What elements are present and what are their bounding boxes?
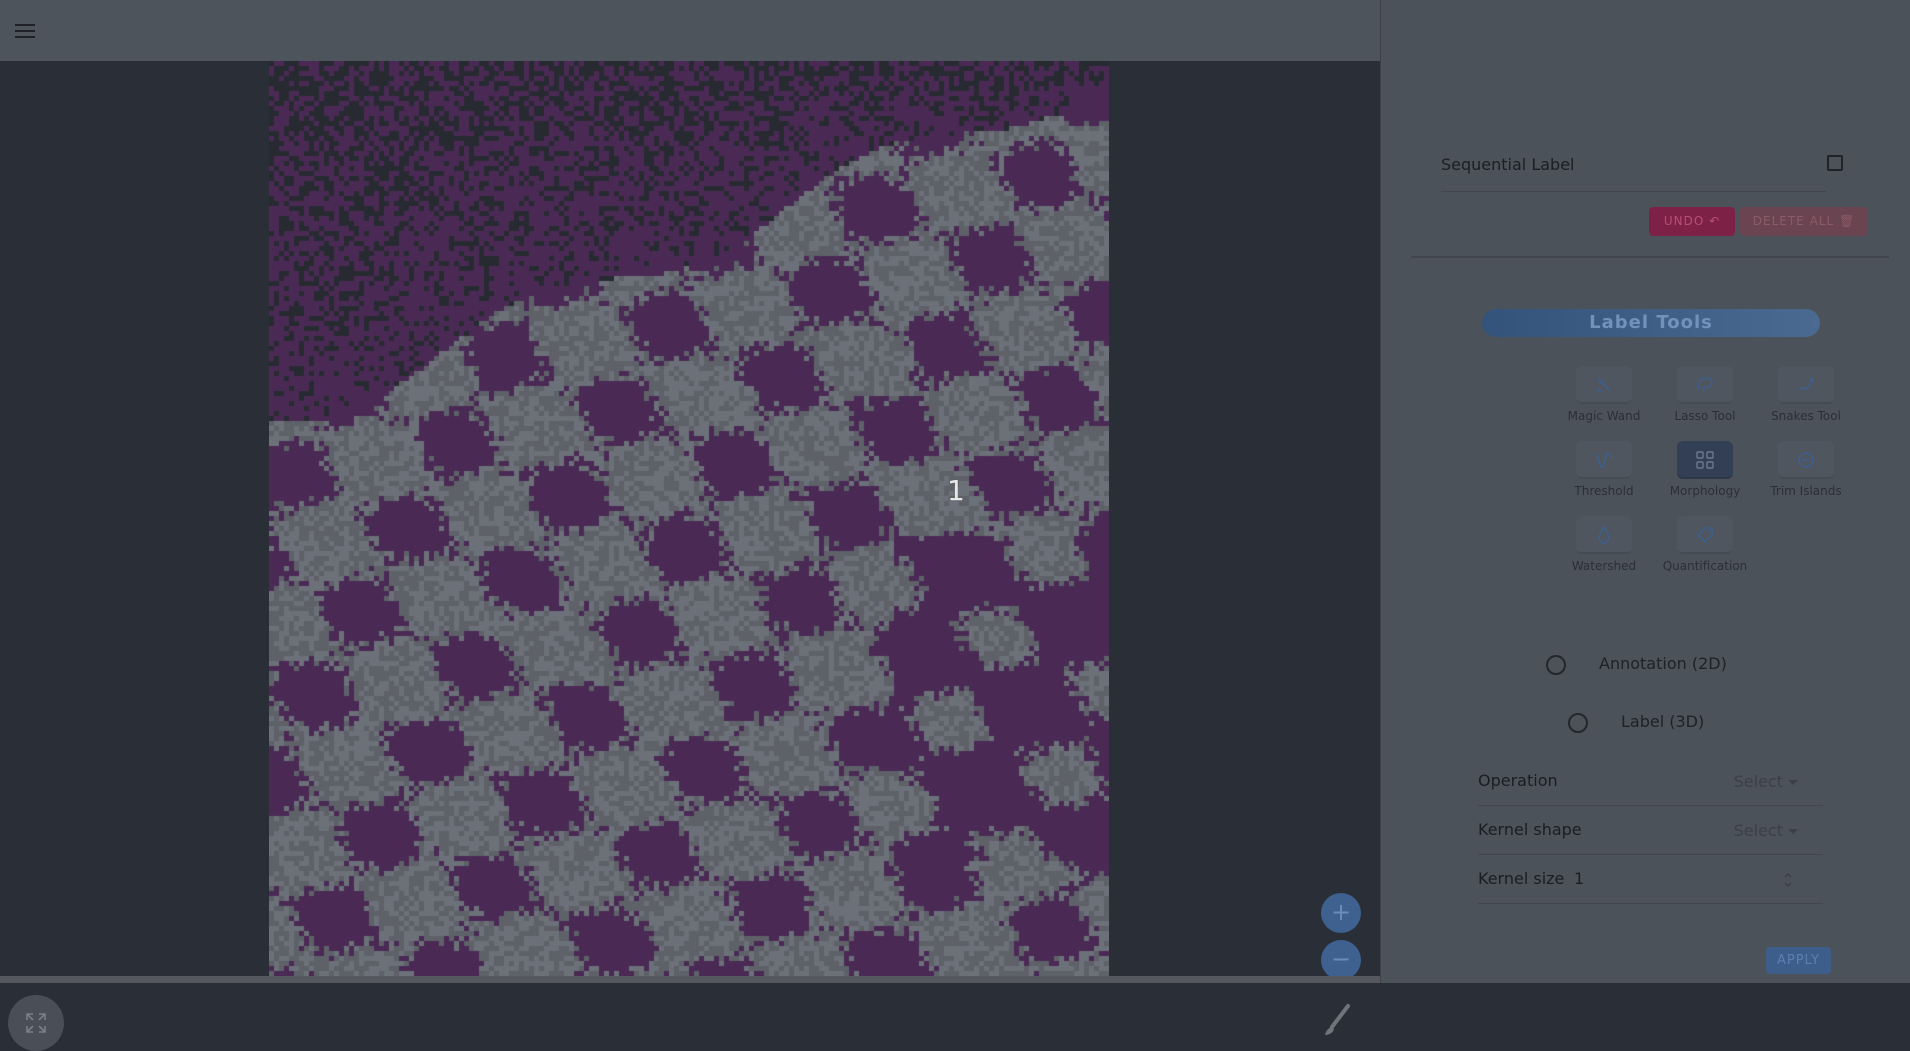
undo-button[interactable]: UNDO ↶ [1649, 207, 1735, 236]
right-panel: Sequential Label UNDO ↶ DELETE ALL 🗑 Lab… [1380, 0, 1910, 983]
tool-label: Threshold [1574, 484, 1634, 498]
droplet-icon [1598, 525, 1610, 544]
lasso-icon [1697, 377, 1713, 394]
delete-all-button[interactable]: DELETE ALL 🗑 [1740, 207, 1868, 236]
kernel-size-label: Kernel size [1478, 869, 1565, 888]
brush-icon[interactable] [1322, 1003, 1352, 1037]
kernel-shape-select[interactable]: Select [1734, 821, 1798, 840]
expand-icon [26, 1013, 46, 1033]
horizontal-scrollbar[interactable] [0, 976, 1380, 983]
tag-icon [1696, 527, 1713, 544]
sequential-label-checkbox[interactable] [1827, 155, 1843, 171]
tool-snakes[interactable]: Snakes Tool [1756, 366, 1856, 423]
tool-label: Watershed [1571, 559, 1637, 573]
divider [1411, 256, 1889, 258]
kernel-size-row: Kernel size 1 [1478, 856, 1823, 904]
canvas-label-number: 1 [947, 474, 965, 507]
label-3d-radio[interactable] [1568, 713, 1588, 733]
tool-quantification[interactable]: Quantification [1655, 516, 1755, 573]
annotation-2d-radio[interactable] [1546, 655, 1566, 675]
tool-watershed[interactable]: Watershed [1554, 516, 1654, 573]
kernel-size-input[interactable]: 1 [1574, 869, 1584, 888]
apply-button[interactable]: APPLY [1766, 947, 1831, 974]
operation-label: Operation [1478, 771, 1558, 790]
tool-label: Quantification [1662, 559, 1748, 573]
label-tools-header: Label Tools [1482, 309, 1820, 337]
tool-morphology[interactable]: Morphology [1655, 441, 1755, 498]
kernel-shape-label: Kernel shape [1478, 820, 1582, 839]
magic-wand-icon [1596, 378, 1611, 393]
hamburger-menu-icon[interactable] [15, 24, 35, 38]
tool-label: Snakes Tool [1771, 409, 1841, 423]
operation-select[interactable]: Select [1734, 772, 1798, 791]
sequential-label-row: Sequential Label [1441, 148, 1826, 192]
tool-label: Lasso Tool [1674, 409, 1736, 423]
snakes-icon [1798, 377, 1815, 391]
tool-label: Magic Wand [1567, 409, 1641, 423]
grid-icon [1696, 451, 1714, 469]
fullscreen-button[interactable] [8, 995, 64, 1051]
tool-trim-islands[interactable]: Trim Islands [1756, 441, 1856, 498]
threshold-icon [1595, 452, 1613, 468]
tool-threshold[interactable]: Threshold [1554, 441, 1654, 498]
zoom-out-button[interactable]: − [1321, 940, 1361, 980]
minus-circle-icon [1798, 452, 1814, 468]
tool-label: Trim Islands [1770, 484, 1842, 498]
label-3d-label: Label (3D) [1621, 712, 1705, 731]
tool-lasso[interactable]: Lasso Tool [1655, 366, 1755, 423]
tool-label: Morphology [1669, 484, 1741, 498]
image-canvas[interactable] [269, 61, 1109, 976]
image-viewer[interactable]: 1 + − [0, 61, 1380, 1051]
sequential-label-text: Sequential Label [1441, 155, 1575, 174]
zoom-in-button[interactable]: + [1321, 893, 1361, 933]
tool-magic-wand[interactable]: Magic Wand [1554, 366, 1654, 423]
annotation-2d-label: Annotation (2D) [1599, 654, 1727, 673]
operation-row: Operation Select [1478, 758, 1823, 806]
top-bar [0, 0, 1380, 62]
stepper-icon[interactable] [1783, 870, 1793, 890]
kernel-shape-row: Kernel shape Select [1478, 807, 1823, 855]
